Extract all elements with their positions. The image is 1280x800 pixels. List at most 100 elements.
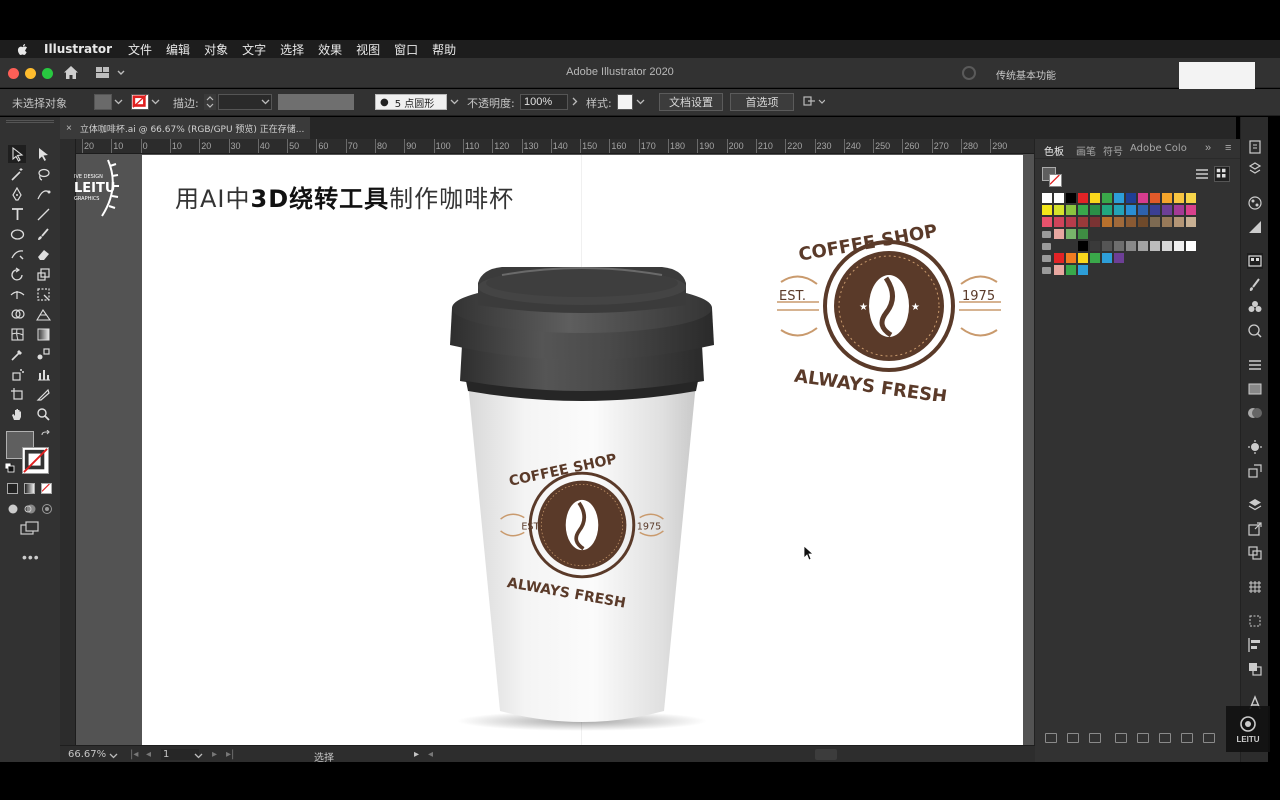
- draw-inside-icon[interactable]: [41, 503, 53, 515]
- transparency-icon[interactable]: [1247, 405, 1263, 421]
- toolbar-grip[interactable]: [6, 120, 54, 123]
- stroke-stepper[interactable]: [204, 94, 216, 110]
- draw-normal-icon[interactable]: [7, 503, 19, 515]
- add-to-library-icon[interactable]: [1089, 733, 1101, 743]
- color-swatch[interactable]: [1102, 217, 1112, 227]
- tab-adobe-color[interactable]: Adobe Colo: [1130, 143, 1187, 154]
- opacity-input[interactable]: 100%: [520, 94, 568, 110]
- none-mode-icon[interactable]: [41, 483, 52, 494]
- color-swatch[interactable]: [1054, 193, 1064, 203]
- grid-view-icon[interactable]: [1214, 166, 1230, 182]
- color-swatch[interactable]: [1126, 205, 1136, 215]
- menu-file[interactable]: 文件: [128, 41, 152, 58]
- color-swatch[interactable]: [1126, 193, 1136, 203]
- horizontal-scrollbar-thumb[interactable]: [815, 749, 837, 760]
- transform-icon[interactable]: [1247, 613, 1263, 629]
- color-swatch[interactable]: [1042, 217, 1052, 227]
- perspective-grid-tool-icon[interactable]: [34, 305, 52, 323]
- color-swatch[interactable]: [1150, 241, 1160, 251]
- color-swatch[interactable]: [1066, 193, 1076, 203]
- menu-view[interactable]: 视图: [356, 41, 380, 58]
- color-swatch[interactable]: [1066, 265, 1076, 275]
- close-tab-icon[interactable]: ×: [66, 123, 72, 134]
- edit-toolbar-icon[interactable]: •••: [22, 549, 40, 565]
- free-transform-tool-icon[interactable]: [34, 285, 52, 303]
- shaper-tool-icon[interactable]: [8, 245, 26, 263]
- first-artboard-icon[interactable]: |◂: [130, 749, 138, 760]
- color-swatch[interactable]: [1186, 193, 1196, 203]
- fill-swatch[interactable]: [94, 94, 112, 110]
- variable-width-profile[interactable]: [278, 94, 354, 110]
- menu-object[interactable]: 对象: [204, 41, 228, 58]
- swatch-options-icon[interactable]: [1137, 733, 1149, 743]
- eraser-tool-icon[interactable]: [34, 245, 52, 263]
- horizontal-ruler[interactable]: 20 10 0 10 20 30 40 50 60 70 80 90 100 110 120 130 140 15…: [76, 139, 1034, 154]
- eyedropper-tool-icon[interactable]: [8, 345, 26, 363]
- color-swatch[interactable]: [1078, 265, 1088, 275]
- color-swatch[interactable]: [1066, 229, 1076, 239]
- color-swatch[interactable]: [1186, 241, 1196, 251]
- gradient-tool-icon[interactable]: [34, 325, 52, 343]
- tab-brushes[interactable]: 画笔: [1076, 143, 1096, 158]
- color-swatch[interactable]: [1174, 193, 1184, 203]
- color-swatch[interactable]: [1126, 241, 1136, 251]
- chevron-down-icon[interactable]: [109, 751, 118, 760]
- graphic-styles-icon[interactable]: [1247, 323, 1263, 339]
- color-swatch[interactable]: [1114, 241, 1124, 251]
- color-swatch[interactable]: [1162, 241, 1172, 251]
- color-swatch[interactable]: [1054, 253, 1064, 263]
- magic-wand-tool-icon[interactable]: [8, 165, 26, 183]
- color-swatch[interactable]: [1114, 193, 1124, 203]
- brush-definition[interactable]: ● 5 点圆形: [375, 94, 447, 110]
- direct-selection-tool-icon[interactable]: [34, 145, 52, 163]
- previous-artboard-icon[interactable]: ◂: [146, 749, 151, 760]
- arrange-icon[interactable]: [803, 95, 826, 109]
- color-swatch[interactable]: [1186, 217, 1196, 227]
- place-swatches-icon[interactable]: [1067, 733, 1079, 743]
- artboard-tool-icon[interactable]: [8, 385, 26, 403]
- color-swatch[interactable]: [1102, 253, 1112, 263]
- artboard[interactable]: 用AI中3D绕转工具制作咖啡杯 EST. 1975 COFFEE SHOP AL…: [142, 155, 1023, 745]
- color-swatch[interactable]: [1066, 217, 1076, 227]
- color-swatch[interactable]: [1114, 205, 1124, 215]
- tab-swatches[interactable]: 色板: [1044, 143, 1064, 158]
- color-swatch[interactable]: [1078, 241, 1088, 251]
- new-color-group-icon[interactable]: [1159, 733, 1171, 743]
- color-swatch[interactable]: [1078, 229, 1088, 239]
- chevron-down-icon[interactable]: [261, 97, 270, 106]
- vertical-ruler[interactable]: [60, 139, 76, 745]
- chevron-down-icon[interactable]: [151, 97, 160, 106]
- brushes-icon[interactable]: [1247, 277, 1263, 293]
- color-swatch[interactable]: [1162, 217, 1172, 227]
- stroke-icon[interactable]: [1247, 357, 1263, 373]
- graphic-style-swatch[interactable]: [617, 94, 633, 110]
- symbols-icon[interactable]: [1247, 299, 1263, 315]
- menu-help[interactable]: 帮助: [432, 41, 456, 58]
- zoom-level[interactable]: 66.67%: [68, 749, 106, 760]
- color-swatch[interactable]: [1186, 205, 1196, 215]
- color-swatch[interactable]: [1138, 193, 1148, 203]
- color-swatch[interactable]: [1162, 193, 1172, 203]
- libraries-icon[interactable]: [1247, 161, 1263, 177]
- status-menu-icon[interactable]: ▸: [414, 749, 419, 760]
- color-swatch[interactable]: [1042, 193, 1052, 203]
- stroke-color-swatch[interactable]: [22, 447, 49, 474]
- color-swatch[interactable]: [1102, 193, 1112, 203]
- next-artboard-icon[interactable]: ▸: [212, 749, 217, 760]
- chevron-down-icon[interactable]: [636, 97, 645, 106]
- screen-mode-icon[interactable]: [20, 521, 40, 537]
- color-swatch[interactable]: [1078, 217, 1088, 227]
- color-guide-icon[interactable]: [1247, 219, 1263, 235]
- pathfinder-icon[interactable]: [1247, 661, 1263, 677]
- mesh-tool-icon[interactable]: [8, 325, 26, 343]
- chevron-down-icon[interactable]: [450, 97, 459, 106]
- color-swatch[interactable]: [1078, 253, 1088, 263]
- list-view-icon[interactable]: [1195, 168, 1209, 180]
- chevron-right-icon[interactable]: [570, 97, 579, 106]
- color-swatch[interactable]: [1090, 241, 1100, 251]
- color-swatch[interactable]: [1150, 193, 1160, 203]
- artboards-icon[interactable]: [1247, 545, 1263, 561]
- selection-tool-icon[interactable]: [8, 145, 26, 163]
- pen-tool-icon[interactable]: [8, 185, 26, 203]
- align-icon[interactable]: [1247, 637, 1263, 653]
